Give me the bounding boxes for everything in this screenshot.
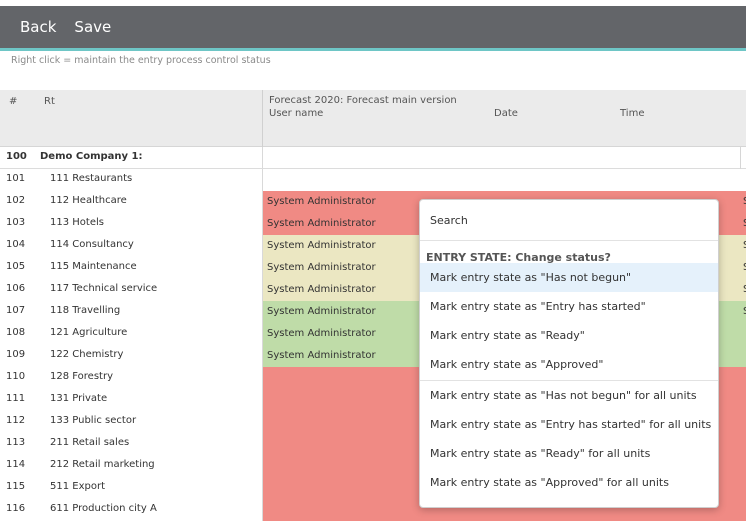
table-row[interactable]: 107 118 Travelling [0,301,263,323]
row-num: 109 [6,349,26,360]
row-num: 103 [6,217,26,228]
table-row[interactable]: 105 115 Maintenance [0,257,263,279]
row-num: 116 [6,503,26,514]
status-cell[interactable] [263,169,746,191]
row-name: 112 Healthcare [50,195,127,206]
row-user: System Administrator [267,328,376,339]
table-row[interactable]: 104 114 Consultancy [0,235,263,257]
row-name: 611 Production city A [50,503,157,514]
row-num: 112 [6,415,26,426]
table-row[interactable]: 115 511 Export [0,477,263,499]
row-num: 108 [6,327,26,338]
hint-text: Right click = maintain the entry process… [11,55,271,66]
row-user: System Administrator [267,218,376,229]
back-button[interactable]: Back [20,18,56,36]
table-row[interactable]: 102 112 Healthcare [0,191,263,213]
menu-item-ready[interactable]: Mark entry state as "Ready" [420,321,718,350]
row-user: System Administrator [267,240,376,251]
row-user: System Administrator [267,196,376,207]
table-row[interactable]: 113 211 Retail sales [0,433,263,455]
row-name: 211 Retail sales [50,437,130,448]
menu-item-approved[interactable]: Mark entry state as "Approved" [420,350,718,379]
row-name: 114 Consultancy [50,239,134,250]
column-divider [740,147,741,169]
menu-item-entry-has-started-all[interactable]: Mark entry state as "Entry has started" … [420,410,718,439]
header-date: Date [494,108,518,119]
group-data-cell [263,147,746,169]
row-name: 118 Travelling [50,305,121,316]
group-num: 100 [6,151,27,162]
table-row[interactable]: 114 212 Retail marketing [0,455,263,477]
table-row[interactable]: 106 117 Technical service [0,279,263,301]
row-user: System Administrator [267,350,376,361]
row-num: 101 [6,173,26,184]
row-num: 106 [6,283,26,294]
menu-item-approved-all[interactable]: Mark entry state as "Approved" for all u… [420,468,718,497]
row-num: 113 [6,437,26,448]
row-num: 102 [6,195,26,206]
table-row[interactable]: 116 611 Production city A [0,499,263,521]
table-row[interactable]: 103 113 Hotels [0,213,263,235]
search-divider [420,240,718,241]
row-name: 511 Export [50,481,105,492]
table-row[interactable]: 111 131 Private [0,389,263,411]
row-num: 105 [6,261,26,272]
row-num: 104 [6,239,26,250]
toolbar: Back Save [0,6,746,48]
menu-item-ready-all[interactable]: Mark entry state as "Ready" for all unit… [420,439,718,468]
row-user: System Administrator [267,262,376,273]
save-button[interactable]: Save [74,18,111,36]
search-input[interactable]: Search [430,214,468,227]
row-name: 121 Agriculture [50,327,128,338]
row-user: System Administrator [267,306,376,317]
row-num: 114 [6,459,26,470]
header-time: Time [620,108,645,119]
context-menu: Search ENTRY STATE: Change status? Mark … [419,199,719,508]
row-name: 128 Forestry [50,371,113,382]
table-row[interactable]: 108 121 Agriculture [0,323,263,345]
table-row[interactable]: 109 122 Chemistry [0,345,263,367]
row-num: 110 [6,371,26,382]
accent-line [0,48,746,51]
table-row[interactable]: 101 111 Restaurants [0,169,263,191]
menu-item-has-not-begun-all[interactable]: Mark entry state as "Has not begun" for … [420,381,718,410]
row-name: 212 Retail marketing [50,459,155,470]
header-rt: Rt [44,96,55,107]
row-name: 117 Technical service [50,283,158,294]
row-num: 107 [6,305,26,316]
header-divider [262,90,263,147]
row-num: 115 [6,481,26,492]
row-user: System Administrator [267,284,376,295]
row-name: 111 Restaurants [50,173,133,184]
table-row[interactable]: 110 128 Forestry [0,367,263,389]
row-name: 133 Public sector [50,415,137,426]
table-row[interactable]: 112 133 Public sector [0,411,263,433]
unit-column: 100 Demo Company 1: 101 111 Restaurants 10… [0,147,263,521]
header-num: # [9,96,18,107]
row-name: 122 Chemistry [50,349,124,360]
menu-item-entry-has-started[interactable]: Mark entry state as "Entry has started" [420,292,718,321]
row-num: 111 [6,393,26,404]
group-name: Demo Company 1: [40,151,143,162]
row-name: 115 Maintenance [50,261,137,272]
menu-item-has-not-begun[interactable]: Mark entry state as "Has not begun" [420,263,718,292]
group-row[interactable]: 100 Demo Company 1: [0,147,263,169]
header-forecast: Forecast 2020: Forecast main version [269,95,457,106]
header-user-name: User name [269,108,324,119]
row-name: 113 Hotels [50,217,104,228]
grid-header: # Rt Forecast 2020: Forecast main versio… [0,90,746,147]
row-name: 131 Private [50,393,108,404]
